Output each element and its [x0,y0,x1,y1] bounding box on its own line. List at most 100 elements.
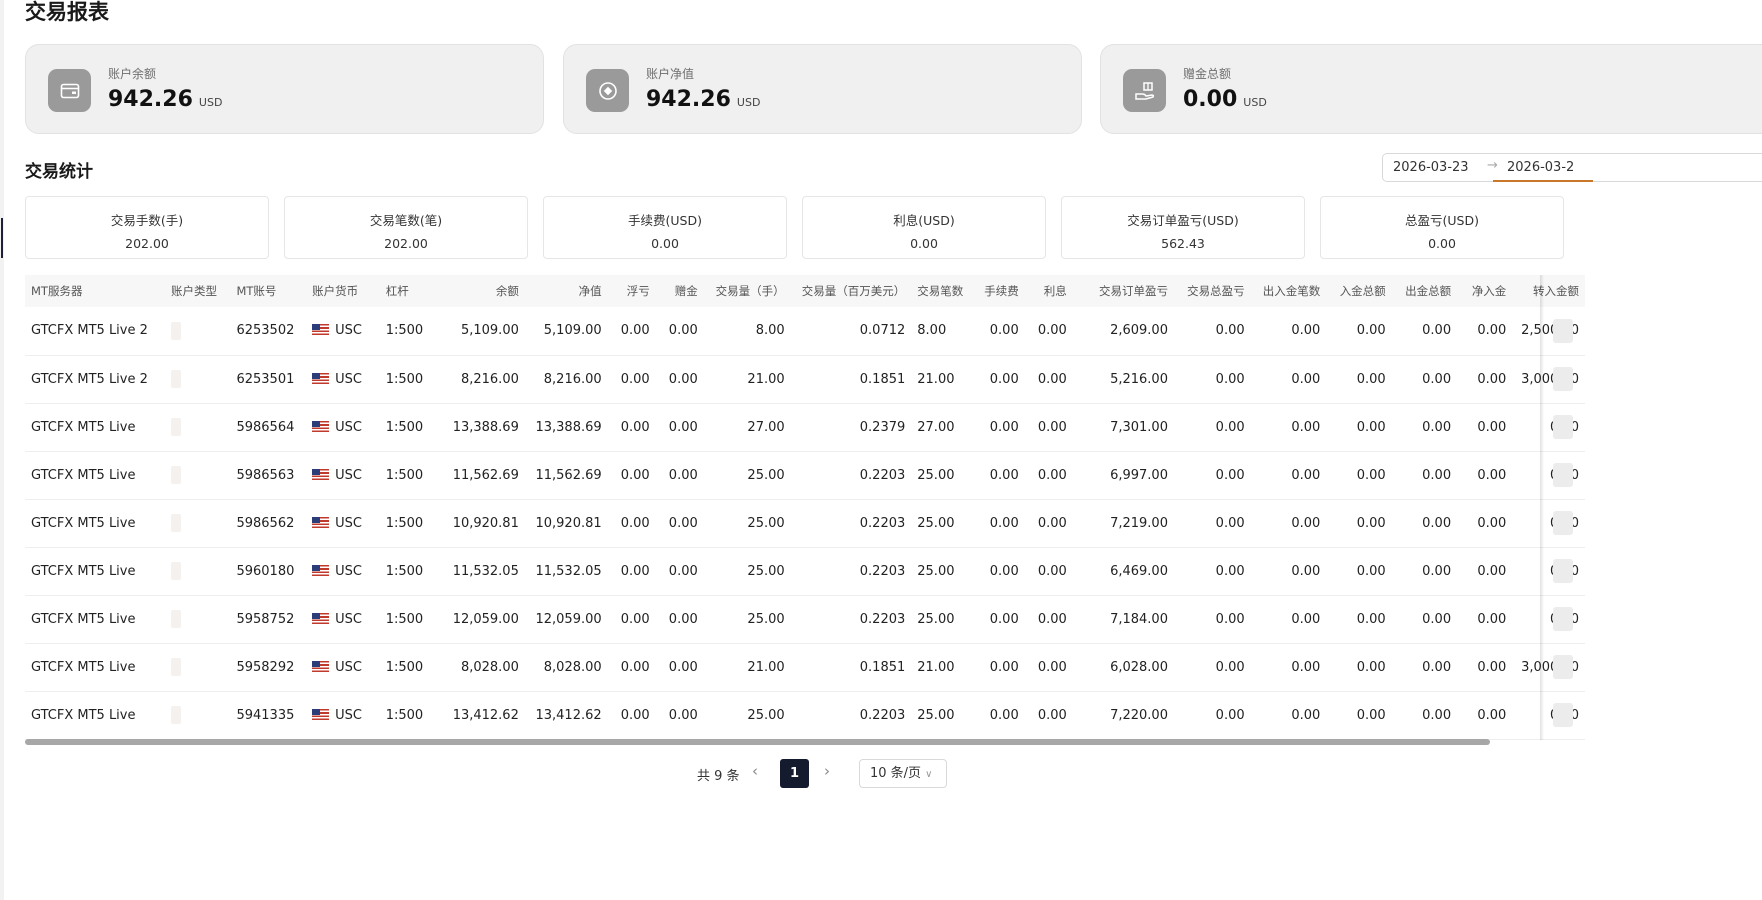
col-header: 交易订单盈亏 [1098,284,1168,298]
row-action-button[interactable] [1553,463,1573,487]
table-cell: 11,562.69 [452,467,519,483]
summary-value: 0.00 USD [1183,87,1267,112]
account-type-cell [165,499,230,547]
table-cell: 0.00 [1422,515,1452,531]
table-cell: 0.00 [1291,371,1321,387]
table-cell: 0.00 [668,371,698,387]
report-table-container[interactable]: MT服务器 账户类型 MT账号 账户货币 杠杆 余额 净值 浮亏 赠金 交易量（… [25,275,1762,745]
stat-value: 0.00 [1428,236,1456,251]
table-cell: 0.00 [668,419,698,435]
row-action-button[interactable] [1553,607,1573,631]
account-type-cell [165,595,230,643]
table-row: GTCFX MT5 Live 5941335 USC 1:500 13,412.62 13… [25,691,1585,739]
table-cell: 0.2203 [859,707,906,723]
stat-label: 总盈亏(USD) [1405,213,1479,228]
table-cell: 0.00 [1291,611,1321,627]
table-cell: 0.00 [989,515,1019,531]
table-cell: 0.00 [1477,611,1507,627]
table-cell: 0.00 [989,563,1019,579]
table-cell: 0.00 [1215,323,1245,339]
table-cell: 0.00 [1512,595,1585,643]
table-cell: 0.00 [1356,563,1386,579]
table-cell: 0.00 [1512,499,1585,547]
us-flag-icon [312,708,330,720]
currency-text: USC [335,323,362,339]
row-action-button[interactable] [1553,559,1573,583]
table-cell: 25.00 [917,611,955,627]
table-cell: 0.00 [1356,707,1386,723]
col-header: 交易笔数 [917,284,964,298]
chevron-right-icon[interactable]: › [824,762,830,790]
table-cell: GTCFX MT5 Live [31,515,136,531]
wallet-icon [48,69,91,112]
row-action-button[interactable] [1553,319,1573,343]
table-cell: 0.00 [1477,323,1507,339]
us-flag-icon [312,564,330,576]
table-cell: 25.00 [747,563,785,579]
sidebar-active-indicator [1,218,3,258]
table-cell: 0.00 [1215,515,1245,531]
us-flag-icon [312,372,330,384]
stat-label: 交易订单盈亏(USD) [1127,213,1239,228]
currency-cell: USC [306,451,380,499]
table-cell: 13,388.69 [535,419,602,435]
table-cell: 0.00 [668,467,698,483]
date-start-input[interactable]: 2026-03-23 [1393,160,1469,175]
stat-card-commission: 手续费(USD) 0.00 [543,196,787,259]
date-range-picker[interactable]: 2026-03-23 → 2026-03-2 [1382,153,1762,182]
table-row: GTCFX MT5 Live 5958752 USC 1:500 12,059.00 12… [25,595,1585,643]
currency-cell: USC [306,691,380,739]
table-cell: 0.00 [1037,371,1067,387]
table-cell: 2,500.00 [1521,323,1579,339]
table-cell: 1:500 [385,659,424,675]
table-cell: 8,216.00 [543,371,602,387]
table-cell: 0.00 [668,563,698,579]
chevron-left-icon[interactable]: ‹ [752,762,758,790]
account-type-chip [171,706,182,724]
summary-card-bonus: 赠金总额 0.00 USD [1100,44,1762,134]
table-cell: 25.00 [917,563,955,579]
table-cell: 7,301.00 [1110,419,1168,435]
pagination-current-page[interactable]: 1 [780,759,809,788]
currency-cell: USC [306,547,380,595]
left-edge [0,0,4,900]
table-cell: 0.00 [989,323,1019,339]
date-end-input[interactable]: 2026-03-2 [1507,160,1574,175]
currency-text: USC [335,371,362,387]
table-cell: 21.00 [747,371,785,387]
row-action-button[interactable] [1553,415,1573,439]
table-cell: 1:500 [385,611,424,627]
table-cell: 0.00 [1512,691,1585,739]
summary-value: 942.26 USD [646,87,761,112]
table-cell: 0.00 [1422,563,1452,579]
col-header: 出入金笔数 [1262,284,1321,298]
table-cell: 0.00 [620,371,650,387]
table-row: GTCFX MT5 Live 5986564 USC 1:500 13,388.69 13… [25,403,1585,451]
table-cell: 0.00 [989,371,1019,387]
table-cell: 0.00 [1422,707,1452,723]
currency-text: USC [335,419,362,435]
col-header: MT服务器 [31,284,83,298]
table-cell: 7,184.00 [1110,611,1168,627]
table-cell: 0.00 [1037,515,1067,531]
table-cell: 0.00 [1037,563,1067,579]
table-cell: 0.00 [1215,467,1245,483]
row-action-button[interactable] [1553,703,1573,727]
page-size-select[interactable]: 10 条/页 ∨ [859,759,947,788]
table-cell: 0.00 [1356,323,1386,339]
table-cell: 5960180 [236,563,295,579]
stat-label: 利息(USD) [893,213,955,228]
account-type-cell [165,691,230,739]
table-cell: 0.00 [1512,403,1585,451]
row-action-button[interactable] [1553,511,1573,535]
row-action-button[interactable] [1553,655,1573,679]
table-cell: 1:500 [385,467,424,483]
table-cell: 0.00 [989,611,1019,627]
table-cell: 0.00 [668,659,698,675]
table-cell: 5958752 [236,611,295,627]
horizontal-scrollbar[interactable] [25,739,1490,745]
row-action-button[interactable] [1553,367,1573,391]
table-cell: 0.00 [1477,371,1507,387]
us-flag-icon [312,660,330,672]
table-cell: 0.00 [668,515,698,531]
